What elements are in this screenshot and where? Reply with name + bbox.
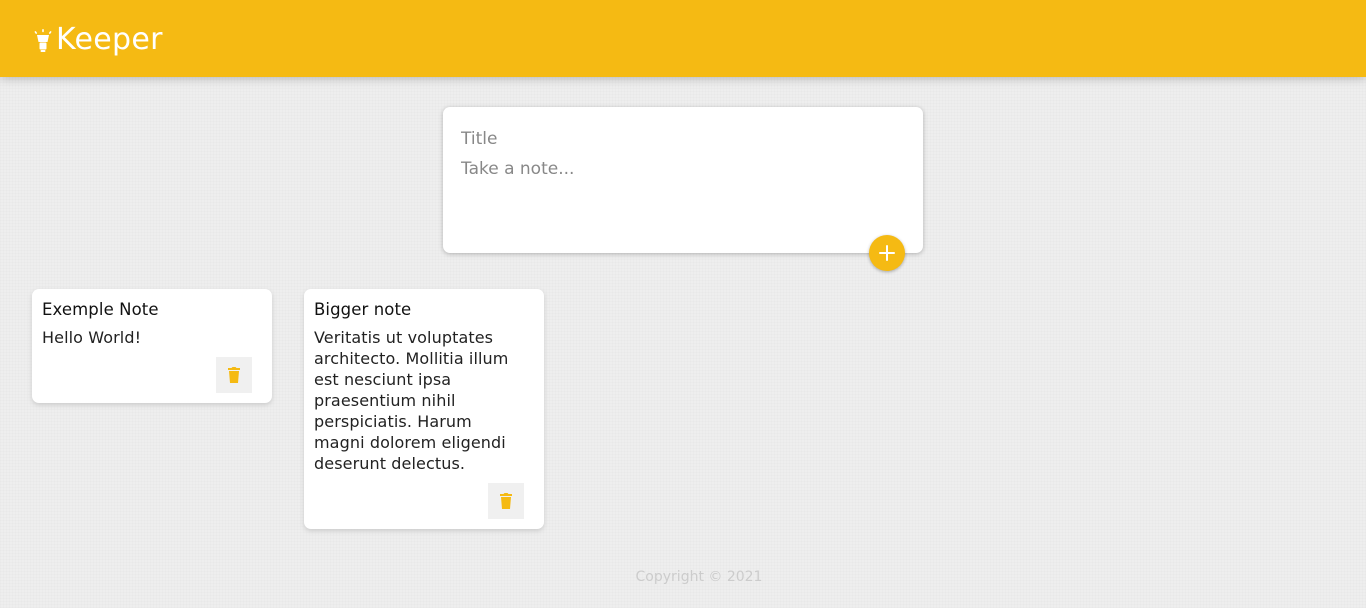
note-content: Veritatis ut voluptates architecto. Moll… [314,328,509,473]
app-title: Keeper [56,22,163,57]
note-content: Hello World! [42,328,142,347]
trash-icon [228,367,240,383]
note-card: Bigger note Veritatis ut voluptates arch… [304,289,544,529]
trash-icon [500,493,512,509]
delete-note-button[interactable] [488,483,524,519]
note-title: Exemple Note [42,300,159,319]
lightbulb-icon [34,29,52,52]
note-card: Exemple Note Hello World! [32,289,272,403]
note-content-input[interactable] [461,159,901,229]
page-footer: Copyright © 2021 [0,566,1366,588]
app-header: Keeper [0,0,1366,77]
app-logo: Keeper [34,22,163,58]
create-note-form [443,107,923,253]
note-title: Bigger note [314,300,412,319]
copyright-text: Copyright © 2021 [635,569,763,585]
delete-note-button[interactable] [216,357,252,393]
add-note-button[interactable] [869,235,905,271]
note-title-input[interactable] [461,127,901,151]
plus-icon [879,245,895,261]
